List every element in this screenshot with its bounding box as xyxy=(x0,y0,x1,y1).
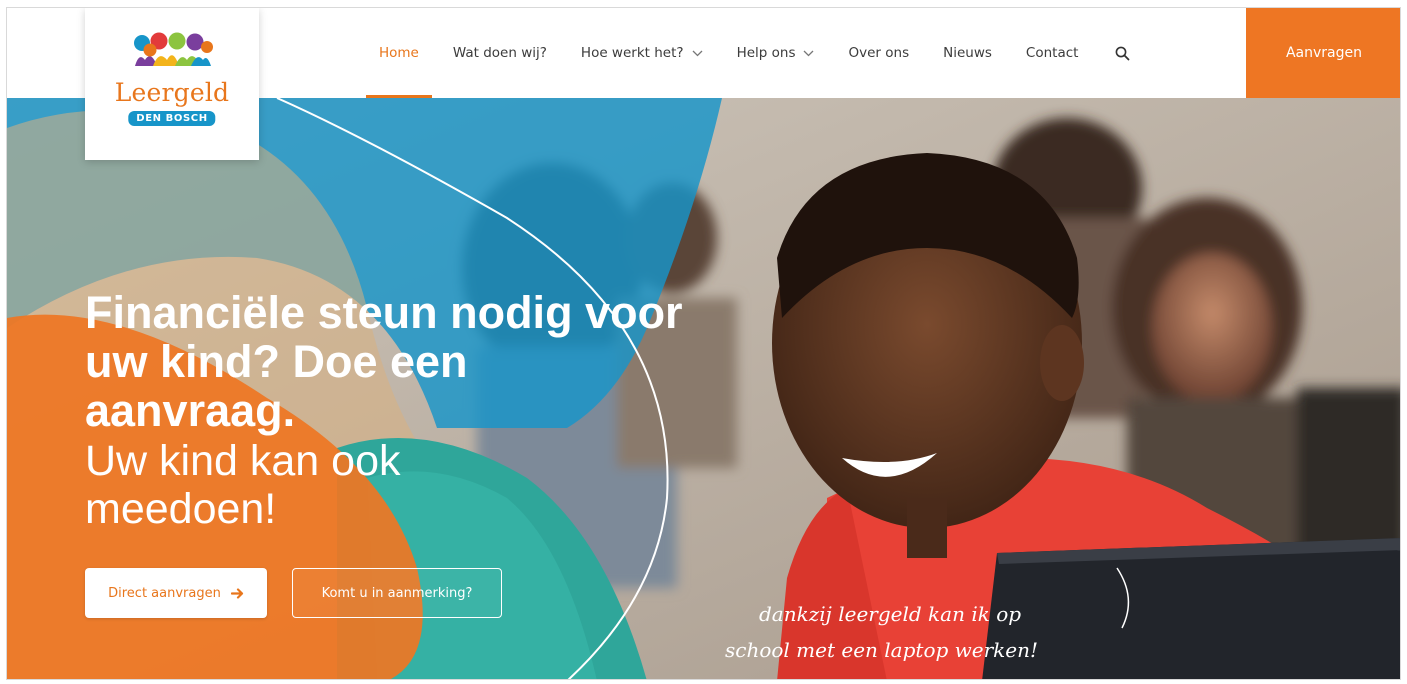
nav-item-label: Hoe werkt het? xyxy=(580,45,684,61)
komt-u-in-aanmerking-button[interactable]: Komt u in aanmerking? xyxy=(292,568,502,618)
logo-subtitle: DEN BOSCH xyxy=(128,111,216,126)
main-nav: Home Wat doen wij? Hoe werkt het? Help o… xyxy=(362,8,1150,98)
chevron-down-icon xyxy=(804,50,814,56)
arrow-right-icon xyxy=(230,587,243,599)
komt-u-in-aanmerking-label: Komt u in aanmerking? xyxy=(321,585,473,601)
nav-item-label: Wat doen wij? xyxy=(452,45,547,61)
direct-aanvragen-button[interactable]: Direct aanvragen xyxy=(85,568,267,618)
nav-item-label: Nieuws xyxy=(943,45,992,61)
aanvragen-label: Aanvragen xyxy=(1285,45,1363,61)
search-button[interactable] xyxy=(1095,8,1150,98)
hero-text: Financiële steun nodig voor uw kind? Doe… xyxy=(85,288,685,533)
nav-item-label: Over ons xyxy=(848,45,910,61)
direct-aanvragen-label: Direct aanvragen xyxy=(108,585,221,601)
nav-item-contact[interactable]: Contact xyxy=(1009,8,1096,98)
search-icon xyxy=(1116,46,1130,60)
hero: Financiële steun nodig voor uw kind? Doe… xyxy=(7,98,1400,679)
handwritten-quote: dankzij leergeld kan ik op school met ee… xyxy=(725,596,1038,668)
handwritten-line: dankzij leergeld kan ik op xyxy=(759,602,1022,626)
nav-item-hoe-werkt-het[interactable]: Hoe werkt het? xyxy=(564,8,720,98)
nav-item-over-ons[interactable]: Over ons xyxy=(831,8,926,98)
browser-frame: Home Wat doen wij? Hoe werkt het? Help o… xyxy=(6,7,1401,680)
hero-title: Financiële steun nodig voor uw kind? Doe… xyxy=(85,287,683,436)
nav-item-help-ons[interactable]: Help ons xyxy=(720,8,832,98)
nav-item-label: Help ons xyxy=(736,45,796,61)
aanvragen-button[interactable]: Aanvragen xyxy=(1246,8,1400,98)
people-group-logo-icon xyxy=(134,32,213,66)
nav-item-label: Home xyxy=(379,45,419,61)
nav-item-home[interactable]: Home xyxy=(362,8,436,98)
nav-item-nieuws[interactable]: Nieuws xyxy=(926,8,1009,98)
nav-item-label: Contact xyxy=(1025,45,1079,61)
nav-item-wat-doen-wij[interactable]: Wat doen wij? xyxy=(436,8,564,98)
hero-subtitle: Uw kind kan ook meedoen! xyxy=(85,437,401,533)
handwritten-line: school met een laptop werken! xyxy=(725,638,1039,662)
logo-wordmark: Leergeld xyxy=(114,78,230,107)
logo[interactable]: Leergeld DEN BOSCH xyxy=(85,8,259,160)
chevron-down-icon xyxy=(692,50,703,56)
